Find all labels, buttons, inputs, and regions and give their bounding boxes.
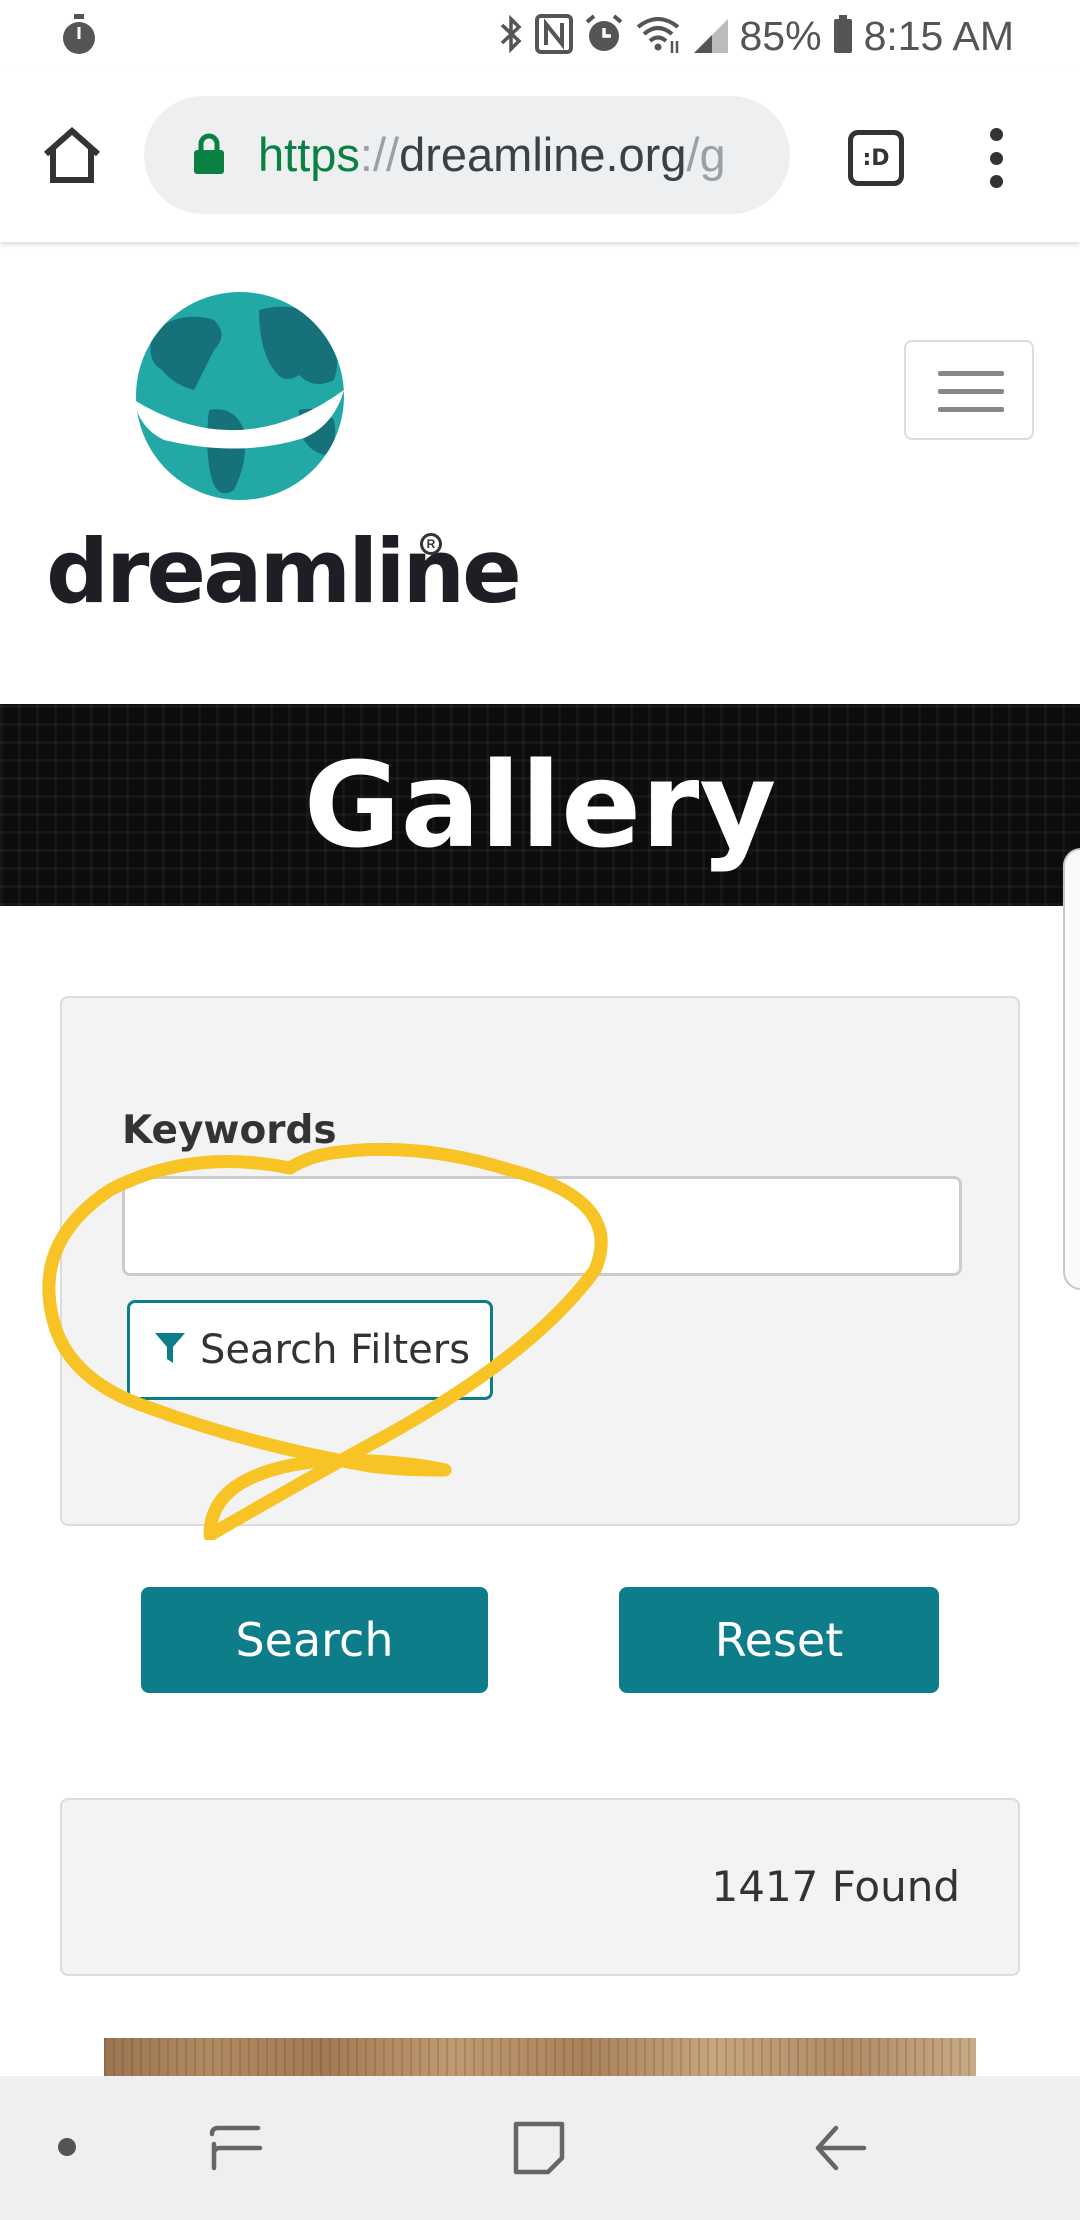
stopwatch-icon [60,14,98,61]
url-scheme: https [258,128,360,181]
hamburger-line [938,389,1004,394]
address-bar[interactable]: https://dreamline.org/g [144,96,790,214]
url-text[interactable]: https://dreamline.org/g [258,96,778,214]
results-bar: 1417 Found [60,1798,1020,1976]
alarm-icon [584,13,624,60]
recent-apps-icon[interactable] [208,2118,264,2183]
gallery-banner: Gallery [0,704,1080,906]
search-panel: Keywords Search Filters [60,996,1020,1526]
url-host: dreamline.org [399,128,687,181]
back-icon[interactable] [810,2118,870,2183]
signal-icon [692,13,730,60]
page-title: Gallery [303,736,777,874]
status-bar: 85% 8:15 AM [0,0,1080,72]
lock-icon [192,132,226,176]
url-separator: :// [359,128,400,181]
search-button[interactable]: Search [141,1587,488,1693]
hamburger-line [938,371,1004,376]
reset-button[interactable]: Reset [619,1587,939,1693]
keywords-label: Keywords [122,1108,337,1153]
hamburger-menu-button[interactable] [904,340,1034,440]
nav-dot-icon[interactable] [58,2138,76,2156]
filter-icon [154,1330,186,1371]
globe-icon [134,292,344,500]
registered-mark: R [420,533,442,555]
search-filters-button[interactable]: Search Filters [127,1300,493,1400]
battery-icon [832,13,854,60]
system-nav-bar [0,2076,1080,2220]
scroll-handle[interactable] [1063,848,1080,1290]
browser-toolbar: https://dreamline.org/g :D [0,72,1080,242]
logo-wordmark: dreamline [46,520,522,623]
bluetooth-icon [498,13,524,60]
battery-percentage: 85% [739,12,822,59]
results-count: 1417 Found [711,1862,961,1911]
url-path: /g [686,128,726,181]
nfc-icon [534,13,574,60]
search-filters-label: Search Filters [200,1327,471,1373]
gallery-image[interactable] [104,2038,976,2078]
home-icon[interactable] [40,124,104,188]
wifi-icon [634,13,682,60]
tab-switcher-button[interactable]: :D [848,130,904,186]
hamburger-line [938,407,1004,412]
status-icons: 85% 8:15 AM [498,6,1014,66]
overflow-menu-icon[interactable] [976,128,1016,188]
clock: 8:15 AM [863,12,1014,59]
keywords-input[interactable] [122,1176,962,1276]
home-nav-icon[interactable] [510,2118,570,2183]
